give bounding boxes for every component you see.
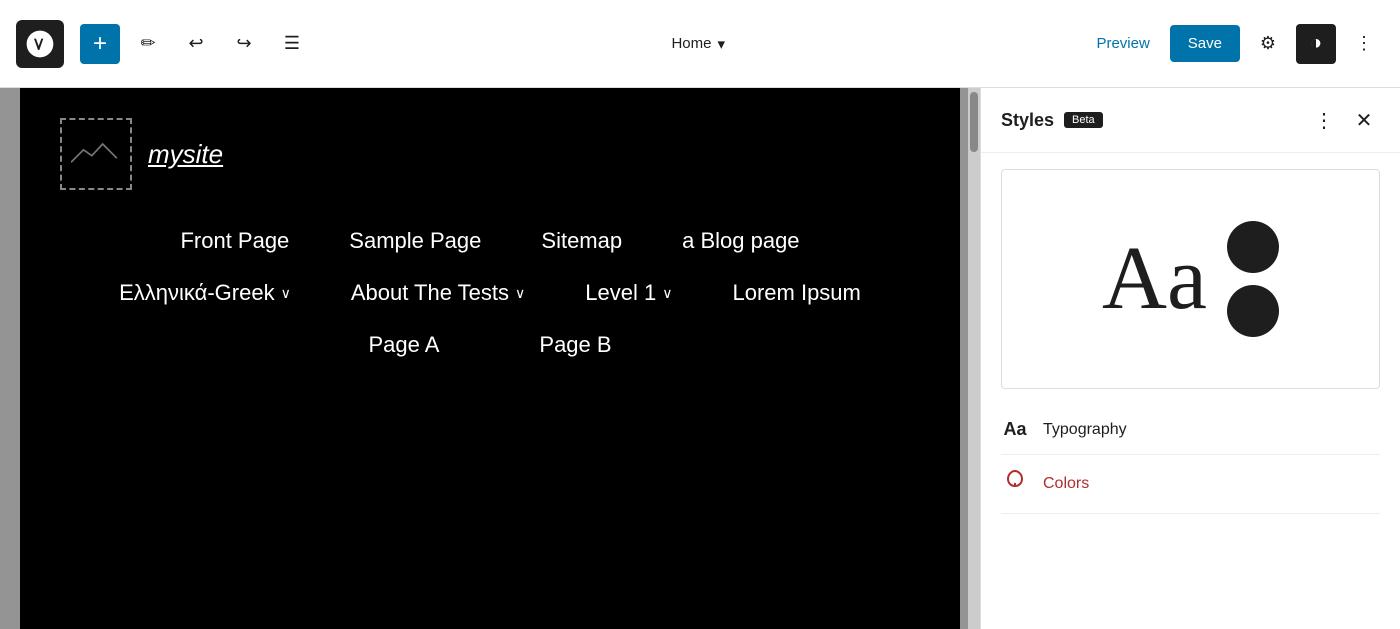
halfcircle-icon: ◑	[1310, 32, 1322, 55]
toolbar-right: Preview Save ⚙ ◑ ⋮	[1084, 24, 1384, 64]
undo-button[interactable]: ↩	[176, 24, 216, 64]
nav-item-page-a[interactable]: Page A	[338, 324, 469, 366]
styles-close-button[interactable]: ✕	[1348, 104, 1380, 136]
colors-label: Colors	[1043, 475, 1089, 493]
main-area: mysite Front Page Sample Page Sitemap a …	[0, 88, 1400, 629]
site-preview: mysite Front Page Sample Page Sitemap a …	[20, 88, 960, 629]
wordpress-logo[interactable]	[16, 20, 64, 68]
styles-panel-title: Styles	[1001, 110, 1054, 131]
more-options-button[interactable]: ⋮	[1344, 24, 1384, 64]
chevron-down-icon: ∨	[515, 285, 525, 302]
nav-item-about-tests[interactable]: About The Tests ∨	[321, 272, 555, 314]
page-title-button[interactable]: Home ▾	[659, 27, 737, 61]
chevron-down-icon: ∨	[281, 285, 291, 302]
site-header: mysite Front Page Sample Page Sitemap a …	[20, 88, 960, 386]
style-preview-box: Aa	[1001, 169, 1380, 389]
preview-typography: Aa	[1102, 234, 1207, 324]
preview-dot-top	[1227, 221, 1279, 273]
styles-button[interactable]: ◑	[1296, 24, 1336, 64]
nav-primary: Front Page Sample Page Sitemap a Blog pa…	[60, 220, 920, 262]
nav-item-blog[interactable]: a Blog page	[652, 220, 829, 262]
typography-option[interactable]: Aa Typography	[1001, 405, 1380, 455]
pencil-icon: ✏	[140, 33, 155, 54]
beta-badge: Beta	[1064, 112, 1103, 128]
page-title-text: Home	[671, 35, 711, 52]
nav-primary-row2: Ελληνικά-Greek ∨ About The Tests ∨ Level…	[60, 272, 920, 314]
list-icon: ☰	[284, 33, 300, 54]
nav-item-greek[interactable]: Ελληνικά-Greek ∨	[89, 272, 321, 314]
site-logo-area: mysite	[60, 118, 920, 190]
nav-item-sitemap[interactable]: Sitemap	[511, 220, 652, 262]
more-icon: ⋮	[1355, 33, 1373, 54]
styles-panel-header: Styles Beta ⋮ ✕	[981, 88, 1400, 153]
settings-button[interactable]: ⚙	[1248, 24, 1288, 64]
nav-item-page-b[interactable]: Page B	[509, 324, 641, 366]
undo-icon: ↩	[188, 33, 203, 54]
scrollbar-thumb	[970, 92, 978, 152]
style-options: Aa Typography Colors	[981, 405, 1400, 514]
styles-panel: Styles Beta ⋮ ✕ Aa Aa Typography	[980, 88, 1400, 629]
chevron-down-icon: ▾	[717, 35, 725, 53]
list-view-button[interactable]: ☰	[272, 24, 312, 64]
redo-icon: ↪	[236, 33, 251, 54]
canvas-area: mysite Front Page Sample Page Sitemap a …	[0, 88, 980, 629]
redo-button[interactable]: ↪	[224, 24, 264, 64]
nav-secondary: Page A Page B	[60, 324, 920, 366]
canvas-scrollbar[interactable]	[968, 88, 980, 629]
nav-item-lorem[interactable]: Lorem Ipsum	[702, 272, 890, 314]
chevron-down-icon: ∨	[662, 285, 672, 302]
nav-item-level1[interactable]: Level 1 ∨	[555, 272, 702, 314]
toolbar: + ✏ ↩ ↪ ☰ Home ▾ Preview Save ⚙ ◑ ⋮	[0, 0, 1400, 88]
typography-label: Typography	[1043, 421, 1127, 439]
site-name[interactable]: mysite	[148, 139, 223, 170]
typography-icon: Aa	[1001, 419, 1029, 440]
toolbar-center: Home ▾	[320, 27, 1076, 61]
colors-icon	[1001, 469, 1029, 499]
nav-item-sample-page[interactable]: Sample Page	[319, 220, 511, 262]
styles-more-button[interactable]: ⋮	[1308, 104, 1340, 136]
styles-header-actions: ⋮ ✕	[1308, 104, 1380, 136]
colors-option[interactable]: Colors	[1001, 455, 1380, 514]
preview-dot-bottom	[1227, 285, 1279, 337]
save-button[interactable]: Save	[1170, 25, 1240, 62]
settings-icon: ⚙	[1260, 33, 1276, 54]
preview-dots	[1227, 221, 1279, 337]
nav-item-front-page[interactable]: Front Page	[150, 220, 319, 262]
pencil-button[interactable]: ✏	[128, 24, 168, 64]
add-block-button[interactable]: +	[80, 24, 120, 64]
site-logo-box	[60, 118, 132, 190]
preview-button[interactable]: Preview	[1084, 27, 1161, 60]
